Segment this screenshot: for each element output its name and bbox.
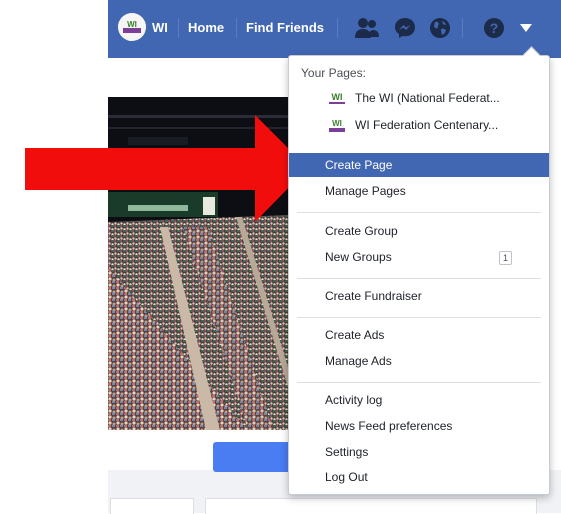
svg-text:WI: WI: [332, 92, 343, 102]
account-dropdown-menu: Your Pages: WI The WI (National Federat.…: [288, 46, 550, 495]
top-navigation-bar: WI WI Home Find Friends ?: [108, 0, 561, 58]
svg-text:WI: WI: [127, 20, 137, 29]
manage-ads-item[interactable]: Manage Ads: [289, 349, 549, 373]
news-feed-preferences-item[interactable]: News Feed preferences: [289, 414, 549, 438]
menu-divider: [297, 382, 541, 383]
page-name: The WI (National Federat...: [355, 91, 500, 105]
log-out-item[interactable]: Log Out: [289, 465, 549, 489]
cover-action-button[interactable]: [213, 442, 293, 472]
wi-logo-icon: WI: [118, 13, 146, 41]
manage-pages-item[interactable]: Manage Pages: [289, 179, 549, 203]
settings-item[interactable]: Settings: [289, 440, 549, 464]
page-name: WI Federation Centenary...: [355, 118, 499, 132]
nav-divider: [178, 18, 179, 38]
nav-divider: [462, 18, 463, 38]
nav-divider: [236, 18, 237, 38]
friend-requests-icon[interactable]: [354, 16, 380, 40]
menu-divider: [297, 212, 541, 213]
svg-text:?: ?: [490, 20, 499, 36]
account-menu-caret-icon[interactable]: [519, 22, 533, 34]
composer-card: [205, 498, 537, 514]
create-ads-item[interactable]: Create Ads: [289, 323, 549, 347]
page-item-wi-national-federation[interactable]: WI The WI (National Federat...: [289, 86, 549, 110]
profile-name-link[interactable]: WI: [152, 19, 168, 37]
activity-log-item[interactable]: Activity log: [289, 388, 549, 412]
home-link[interactable]: Home: [188, 19, 224, 37]
red-annotation-arrow-icon: [25, 115, 308, 222]
menu-divider: [297, 317, 541, 318]
help-icon[interactable]: ?: [482, 16, 506, 40]
new-groups-count-badge: 1: [499, 251, 512, 265]
create-page-item[interactable]: Create Page: [289, 153, 549, 177]
new-groups-label: New Groups: [325, 250, 392, 264]
page-item-wi-federation-centenary[interactable]: WI WI Federation Centenary...: [289, 113, 549, 137]
find-friends-link[interactable]: Find Friends: [246, 19, 324, 37]
svg-text:WI: WI: [332, 119, 342, 128]
left-card: [110, 498, 194, 514]
wi-page-logo-icon: WI: [327, 90, 347, 106]
menu-divider: [297, 278, 541, 279]
create-fundraiser-item[interactable]: Create Fundraiser: [289, 284, 549, 308]
new-groups-item[interactable]: New Groups 1: [289, 245, 549, 269]
your-pages-heading: Your Pages:: [301, 66, 366, 80]
profile-avatar[interactable]: WI: [118, 13, 146, 41]
notifications-globe-icon[interactable]: [428, 16, 452, 40]
wi-centenary-page-logo-icon: WI: [327, 117, 347, 133]
messenger-icon[interactable]: [393, 16, 417, 40]
create-group-item[interactable]: Create Group: [289, 219, 549, 243]
nav-divider: [337, 18, 338, 38]
